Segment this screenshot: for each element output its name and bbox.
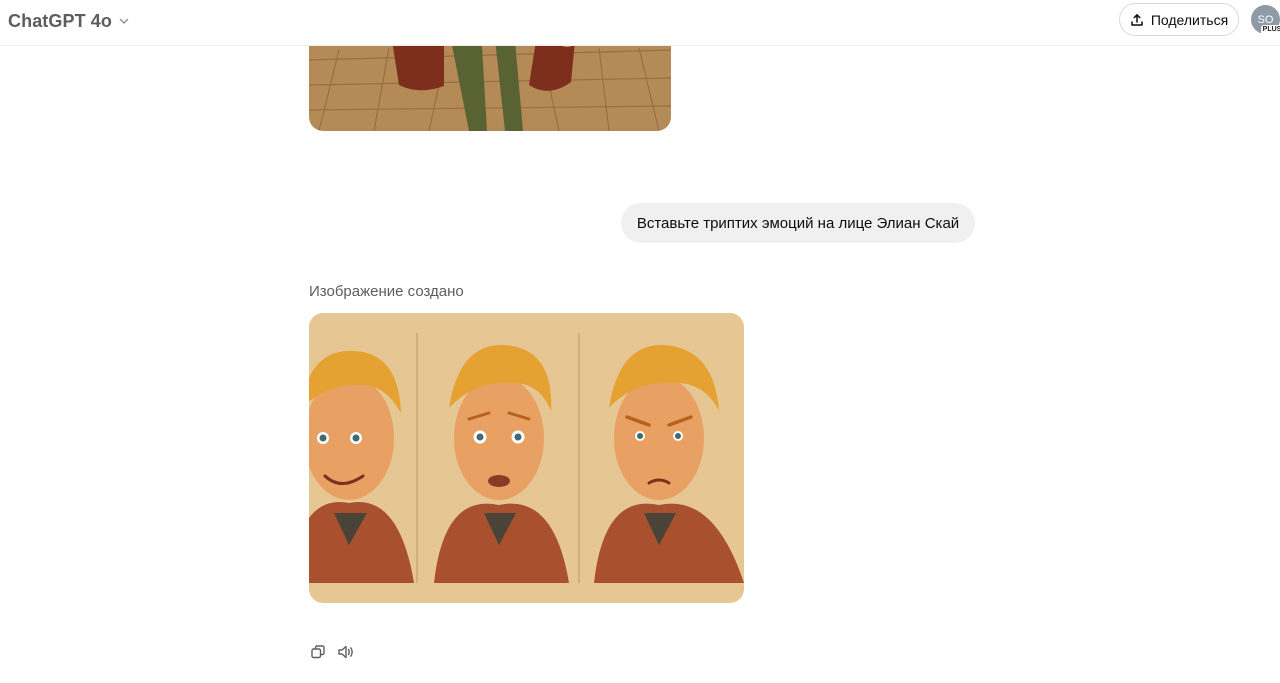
model-selector[interactable]: ChatGPT 4o xyxy=(8,8,130,34)
avatar-initials: SO xyxy=(1257,13,1274,26)
copy-icon xyxy=(311,645,325,659)
copy-button[interactable] xyxy=(309,643,327,661)
top-bar: ChatGPT 4o Поделиться SO PLUS xyxy=(0,0,1280,46)
emotion-triptych-illustration xyxy=(309,313,744,603)
speaker-icon xyxy=(338,645,353,659)
chevron-down-icon xyxy=(119,18,129,24)
image-created-label: Изображение создано xyxy=(309,283,464,300)
user-message-bubble: Вставьте триптих эмоций на лице Элиан Ск… xyxy=(621,203,975,243)
message-actions xyxy=(309,643,355,663)
user-message-text: Вставьте триптих эмоций на лице Элиан Ск… xyxy=(636,214,960,232)
plan-badge: PLUS xyxy=(1261,25,1280,35)
share-icon xyxy=(1131,13,1143,26)
model-name: ChatGPT 4o xyxy=(8,10,113,31)
share-label: Поделиться xyxy=(1150,11,1229,28)
read-aloud-button[interactable] xyxy=(337,643,355,661)
generated-emotion-triptych-image[interactable] xyxy=(309,313,744,603)
share-button[interactable]: Поделиться xyxy=(1119,3,1239,36)
